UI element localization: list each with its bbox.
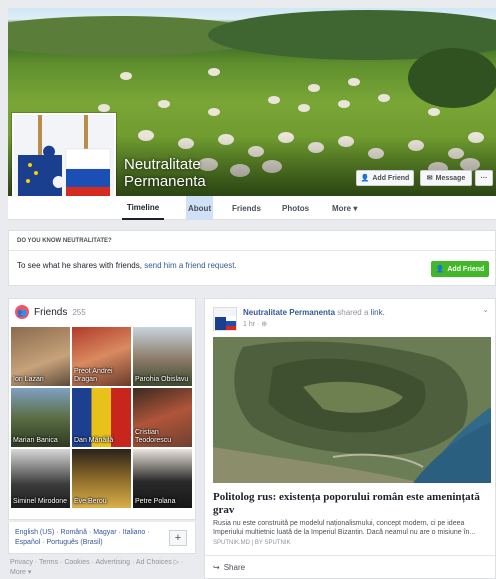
post-link-source: SPUTNIK.MD | BY SPUTNIK: [213, 540, 291, 546]
page-name[interactable]: Neutralitate Permanenta: [124, 156, 206, 190]
friend-tile[interactable]: Ion Lazari: [11, 327, 70, 386]
sheep: [120, 72, 132, 80]
prompt-text: To see what he shares with friends, send…: [9, 251, 495, 270]
tab-friends[interactable]: Friends: [232, 196, 261, 220]
add-language-button[interactable]: +: [169, 530, 187, 546]
sheep: [378, 94, 390, 102]
puzzle-flag-thumbnail: [214, 308, 236, 330]
friend-tile[interactable]: Dan Mănăilă: [72, 388, 131, 447]
message-label: Message: [435, 174, 466, 182]
shared-link-post: Neutralitate Permanenta shared a link. 1…: [204, 298, 496, 579]
add-friend-icon: 👤: [360, 175, 370, 182]
post-shared-text: shared a: [335, 308, 371, 317]
sheep: [158, 100, 170, 108]
friends-box: 👥 Friends 255 Ion Lazari Preot Andrei Dr…: [8, 298, 196, 520]
tab-photos[interactable]: Photos: [282, 196, 309, 220]
friend-tile[interactable]: Cristian Teodorescu: [133, 388, 192, 447]
friend-name: Petre Polana: [135, 498, 176, 505]
friends-count: 255: [72, 307, 86, 317]
prompt-heading: DO YOU KNOW NEUTRALITATE?: [9, 231, 495, 251]
friends-header[interactable]: 👥 Friends 255: [9, 299, 195, 325]
friend-request-prompt: DO YOU KNOW NEUTRALITATE? To see what he…: [8, 230, 496, 286]
sheep: [338, 100, 350, 108]
share-icon: ↪: [213, 563, 220, 572]
post-divider: [205, 555, 495, 556]
friend-name: Dan Mănăilă: [74, 437, 114, 444]
friend-name: Parohia Obislavu: [135, 376, 189, 383]
friends-icon: 👥: [15, 305, 29, 319]
page-name-line1: Neutralitate: [124, 156, 201, 173]
post-link-description: Rusia nu este construită pe modelul nați…: [213, 520, 476, 536]
chevron-down-icon[interactable]: ⌄: [482, 305, 489, 314]
sheep: [298, 104, 310, 112]
friend-tile[interactable]: Marian Banica: [11, 388, 70, 447]
satellite-map-image: [213, 337, 491, 483]
profile-nav: Timeline About Friends Photos More ▾: [8, 196, 496, 220]
more-dots-icon: ···: [480, 174, 488, 182]
cover-tree: [408, 48, 496, 108]
tab-more[interactable]: More ▾: [332, 196, 357, 220]
page-name-line2: Permanenta: [124, 173, 206, 190]
tab-timeline[interactable]: Timeline: [122, 196, 164, 220]
friend-request-link[interactable]: send him a friend request.: [144, 261, 237, 270]
sheep: [428, 108, 440, 116]
post-header: Neutralitate Permanenta shared a link.: [243, 308, 385, 317]
friend-name: Ion Lazari: [13, 376, 44, 383]
share-button[interactable]: ↪ Share: [213, 563, 245, 572]
friend-tile[interactable]: Eve Berou: [72, 449, 131, 508]
prompt-body-text: To see what he shares with friends,: [17, 261, 145, 270]
sheep: [348, 78, 360, 86]
language-links-line1[interactable]: English (US) · Română · Magyar · Italian…: [15, 528, 189, 538]
share-label: Share: [223, 563, 246, 572]
friend-tile[interactable]: Preot Andrei Dragan: [72, 327, 131, 386]
post-link-image[interactable]: [213, 337, 491, 483]
sheep: [308, 84, 320, 92]
message-icon: ✉: [426, 175, 433, 182]
footer-more-link[interactable]: More ▾: [10, 568, 194, 578]
friend-name: Siminel Mirodone: [13, 498, 68, 505]
post-timestamp[interactable]: 1 hr · ⊕: [243, 320, 267, 328]
friend-name: Marian Banica: [13, 437, 58, 444]
friend-name: Eve Berou: [74, 498, 107, 505]
sheep: [208, 68, 220, 76]
friend-name: Preot Andrei Dragan: [74, 368, 113, 383]
tab-about[interactable]: About: [186, 196, 214, 220]
sheep: [268, 96, 280, 104]
post-link-word[interactable]: link.: [371, 308, 385, 317]
friend-tile[interactable]: Petre Polana: [133, 449, 192, 508]
friend-name: Cristian Teodorescu: [135, 429, 172, 444]
sheep: [98, 104, 110, 112]
post-author-name[interactable]: Neutralitate Permanenta: [243, 308, 335, 317]
post-author-avatar[interactable]: [213, 307, 237, 331]
footer-links: Privacy · Terms · Cookies · Advertising …: [10, 558, 194, 578]
friend-tile[interactable]: Siminel Mirodone: [11, 449, 70, 508]
language-selector: English (US) · Română · Magyar · Italian…: [8, 522, 196, 554]
footer-links-line1[interactable]: Privacy · Terms · Cookies · Advertising …: [10, 558, 194, 568]
sheep: [208, 108, 220, 116]
add-friend-icon: 👤: [435, 266, 445, 273]
add-friend-button[interactable]: 👤 Add Friend: [356, 170, 414, 186]
add-friend-green-label: Add Friend: [447, 265, 485, 273]
friends-title: Friends: [34, 306, 68, 318]
more-options-button[interactable]: ···: [475, 170, 493, 186]
add-friend-label: Add Friend: [372, 174, 410, 182]
post-link-title[interactable]: Politolog rus: existența poporului român…: [213, 491, 491, 517]
language-links-line2[interactable]: Español · Português (Brasil): [15, 538, 189, 548]
message-button[interactable]: ✉ Message: [420, 170, 472, 186]
add-friend-green-button[interactable]: 👤 Add Friend: [431, 261, 489, 277]
friend-tile[interactable]: Parohia Obislavu: [133, 327, 192, 386]
